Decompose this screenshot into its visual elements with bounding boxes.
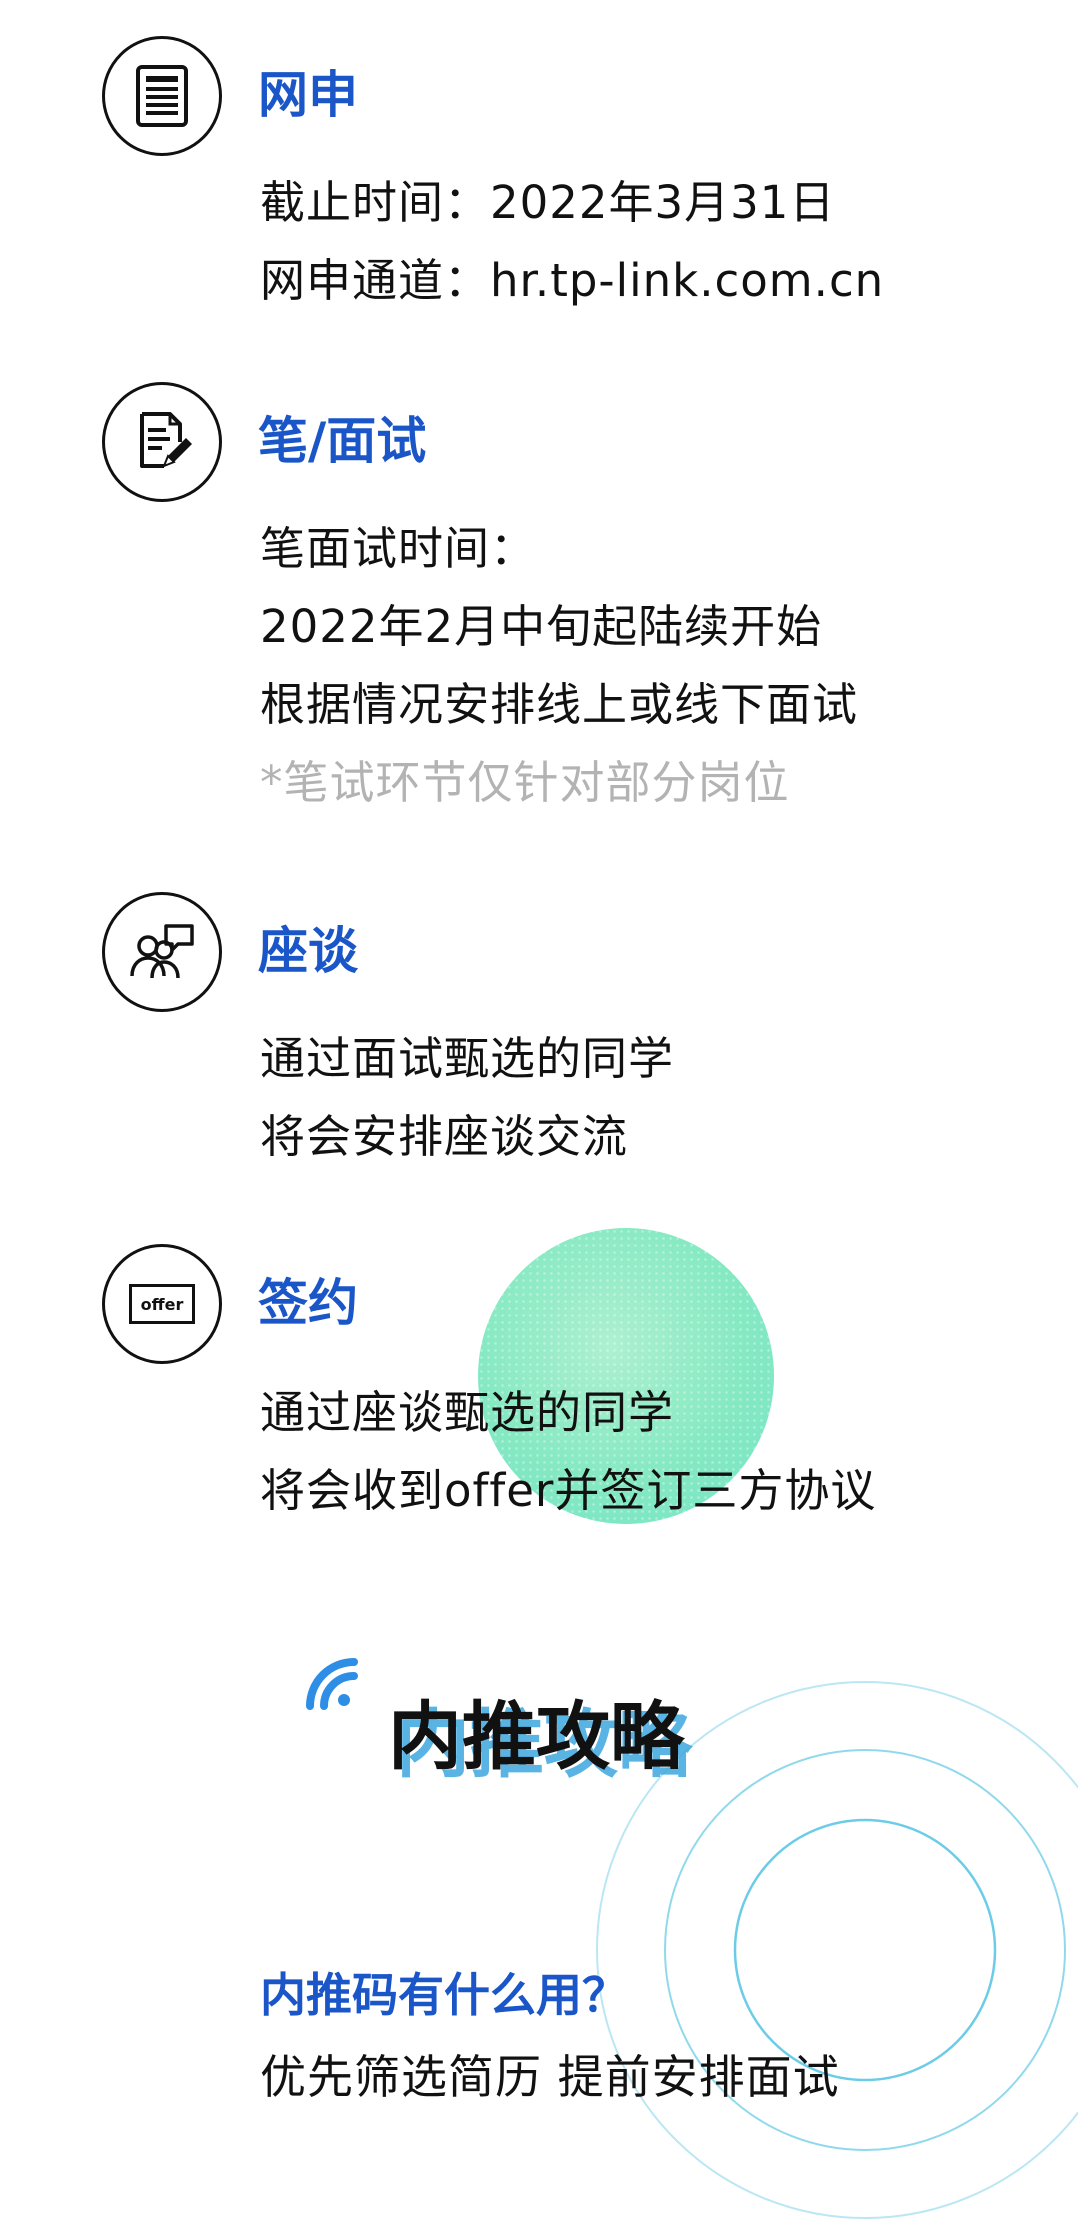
interview-mode: 根据情况安排线上或线下面试 [260, 678, 859, 731]
discussion-people-icon [130, 924, 194, 979]
step-icon-exam-interview [102, 382, 222, 502]
step-title-signing: 签约 [258, 1274, 358, 1332]
referral-question: 内推码有什么用？ [260, 1968, 628, 2022]
exam-start-date: 2022年2月中旬起陆续开始 [260, 600, 823, 653]
application-deadline: 截止时间：2022年3月31日 [260, 176, 836, 229]
referral-answer: 优先筛选简历 提前安排面试 [260, 2050, 840, 2104]
discussion-line-2: 将会安排座谈交流 [260, 1110, 629, 1163]
step-title-exam-interview: 笔/面试 [258, 412, 427, 470]
signing-line-2: 将会收到offer并签订三方协议 [260, 1464, 877, 1517]
step-title-online-application: 网申 [258, 66, 358, 124]
offer-icon-label: offer [140, 1294, 184, 1314]
exam-time-label: 笔面试时间： [260, 522, 537, 575]
step-icon-online-application [102, 36, 222, 156]
document-icon [136, 65, 188, 127]
application-channel: 网申通道：hr.tp-link.com.cn [260, 254, 885, 307]
step-title-discussion: 座谈 [258, 922, 358, 980]
step-icon-discussion [102, 892, 222, 1012]
offer-icon: offer [129, 1284, 195, 1324]
edit-document-icon [140, 412, 192, 468]
exam-note: *笔试环节仅针对部分岗位 [260, 756, 790, 809]
section-heading-text: 内推攻略 [388, 1694, 684, 1780]
signal-icon [306, 1658, 358, 1710]
step-icon-signing: offer [102, 1244, 222, 1364]
signing-line-1: 通过座谈甄选的同学 [260, 1386, 675, 1439]
discussion-line-1: 通过面试甄选的同学 [260, 1032, 675, 1085]
